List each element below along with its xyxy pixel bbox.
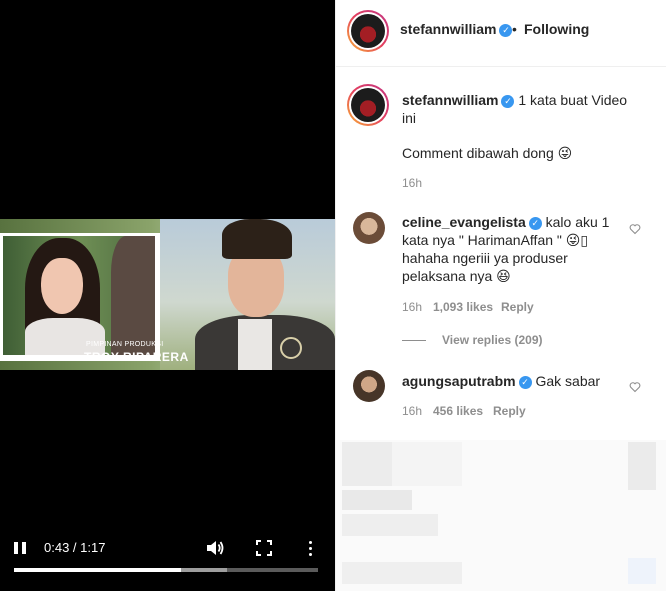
loading-placeholder [336,440,666,591]
like-comment-icon[interactable] [629,222,641,235]
comment-body: agungsaputrabm ✓ Gak sabar [402,372,632,390]
video-player[interactable]: PIMPINAN PRODUKSI TROY RIPARERA 0:43 / 1… [0,0,335,591]
verified-icon: ✓ [518,375,532,389]
caption-text-1: 1 kata buat Video [518,92,628,108]
following-button[interactable]: Following [524,21,589,37]
video-caption-name: TROY RIPARERA [84,350,189,364]
comment-username[interactable]: agungsaputrabm [402,373,516,389]
post-header: stefannwilliam ✓ • Following [336,0,666,67]
comment-age: 16h [402,404,423,418]
comment-username[interactable]: celine_evangelista [402,214,526,230]
comment-text-2: kata nya " HarimanAffan " 😜▯ [402,232,589,248]
progress-played [14,568,182,572]
volume-icon[interactable] [204,538,226,558]
reply-button[interactable]: Reply [493,404,526,418]
comment-text-1: Gak sabar [535,373,601,389]
comment-text-3: hahaha ngeriii ya produser [402,250,568,266]
verified-icon: ✓ [528,216,542,230]
view-replies-button[interactable]: View replies (209) [442,333,543,347]
verified-icon: ✓ [501,94,515,108]
video-controls: 0:43 / 1:17 [0,531,335,591]
comment-likes[interactable]: 1,093 likes [433,300,493,314]
caption-text-3: Comment dibawah dong 😜 [402,145,573,161]
verified-icon: ✓ [499,23,513,37]
post-age: 16h [402,176,423,190]
like-comment-icon[interactable] [629,380,641,393]
pause-icon[interactable] [10,539,30,557]
post-sidebar: stefannwilliam ✓ • Following stefannwilli… [335,0,666,591]
caption-username[interactable]: stefannwilliam [402,92,498,108]
fullscreen-icon[interactable] [254,538,274,558]
comment-avatar[interactable] [353,212,385,244]
more-icon[interactable] [302,537,318,559]
header-username[interactable]: stefannwilliam ✓ [400,21,513,37]
video-progress-bar[interactable] [14,568,318,572]
caption-avatar[interactable] [347,84,389,126]
replies-divider [402,340,426,341]
comment-body: celine_evangelista ✓ kalo aku 1 kata nya … [402,213,632,285]
comment-text-4: pelaksana nya 😆 [402,268,511,284]
comment-text-1: kalo aku 1 [545,214,610,230]
video-time: 0:43 / 1:17 [44,540,106,555]
reply-button[interactable]: Reply [501,300,534,314]
post-caption: stefannwilliam ✓ 1 kata buat Video ini [402,91,642,127]
comment-likes[interactable]: 456 likes [433,404,483,418]
comment-age: 16h [402,300,423,314]
comment-avatar[interactable] [353,370,385,402]
header-separator: • [512,21,517,37]
caption-text-2: ini [402,110,417,126]
author-avatar[interactable] [347,10,389,52]
video-caption-role: PIMPINAN PRODUKSI [86,341,164,348]
